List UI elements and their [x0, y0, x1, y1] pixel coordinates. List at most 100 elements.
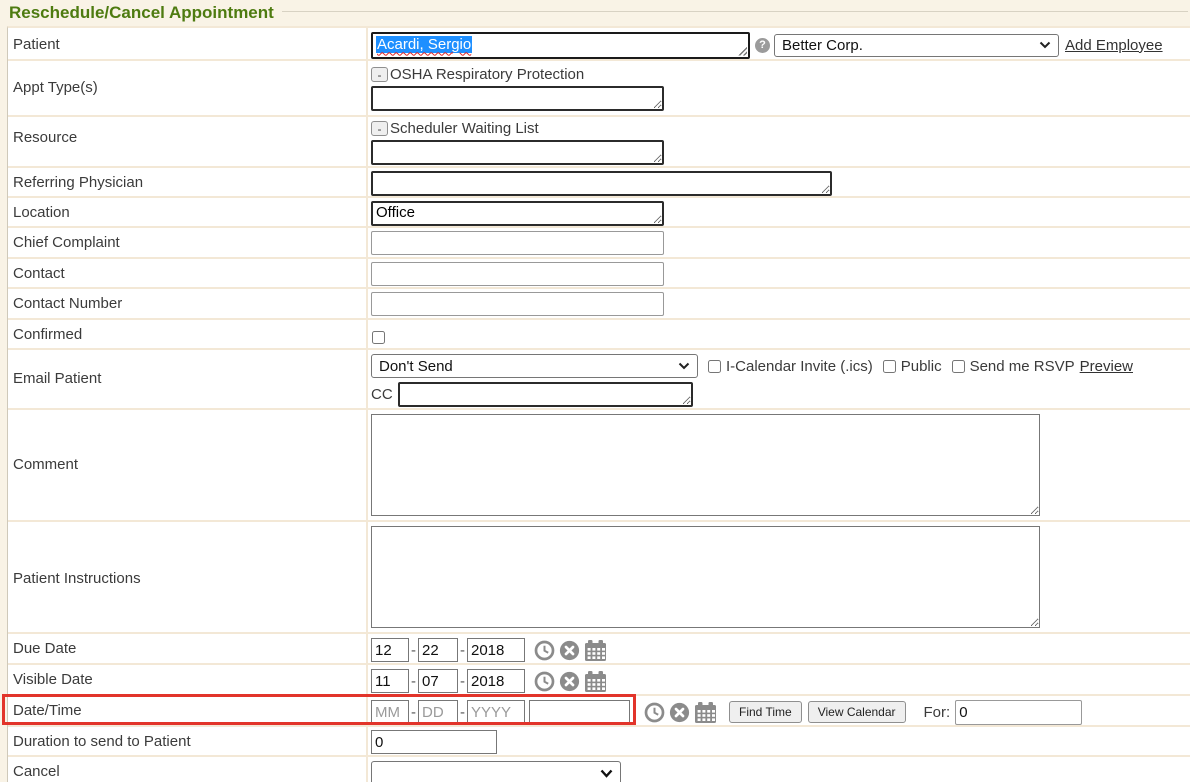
chevron-down-icon	[600, 769, 613, 778]
date-time-label: Date/Time	[8, 696, 368, 725]
confirmed-checkbox[interactable]	[372, 331, 385, 344]
clear-date-icon[interactable]	[559, 640, 580, 661]
public-label: Public	[901, 358, 942, 375]
date-separator: -	[411, 673, 416, 690]
duration-label: Duration to send to Patient	[8, 727, 368, 755]
date-separator: -	[411, 642, 416, 659]
clock-icon[interactable]	[534, 640, 555, 661]
visible-date-month-input[interactable]	[371, 669, 409, 693]
date-time-day-input[interactable]	[418, 700, 458, 724]
chief-complaint-label: Chief Complaint	[8, 228, 368, 257]
row-appt-types: Appt Type(s) - OSHA Respiratory Protecti…	[8, 61, 1190, 117]
for-input[interactable]	[955, 700, 1082, 725]
row-due-date: Due Date - -	[8, 634, 1190, 665]
title-band: Reschedule/Cancel Appointment	[0, 0, 1190, 26]
comment-label: Comment	[8, 410, 368, 520]
date-separator: -	[460, 673, 465, 690]
visible-date-year-input[interactable]	[467, 669, 525, 693]
resource-label: Resource	[8, 117, 368, 166]
preview-link[interactable]: Preview	[1080, 358, 1133, 375]
cc-input[interactable]	[398, 382, 693, 407]
clear-date-icon[interactable]	[559, 671, 580, 692]
row-confirmed: Confirmed	[8, 320, 1190, 350]
email-patient-label: Email Patient	[8, 350, 368, 408]
row-cancel: Cancel	[8, 757, 1190, 782]
send-me-rsvp-label: Send me RSVP	[970, 358, 1075, 375]
appt-type-selected: OSHA Respiratory Protection	[390, 66, 584, 83]
add-employee-link[interactable]: Add Employee	[1065, 37, 1163, 54]
referring-physician-label: Referring Physician	[8, 168, 368, 196]
location-input[interactable]	[371, 201, 664, 226]
row-contact-number: Contact Number	[8, 289, 1190, 320]
public-checkbox[interactable]	[883, 360, 896, 373]
clock-icon[interactable]	[534, 671, 555, 692]
patient-selected-text: Acardi, Sergio	[376, 36, 472, 53]
chief-complaint-input[interactable]	[371, 231, 664, 255]
appt-type-remove-button[interactable]: -	[371, 67, 388, 82]
email-send-select-value: Don't Send	[379, 358, 453, 375]
chevron-down-icon	[1039, 41, 1051, 49]
contact-number-label: Contact Number	[8, 289, 368, 318]
due-date-month-input[interactable]	[371, 638, 409, 662]
page-title: Reschedule/Cancel Appointment	[9, 3, 274, 23]
row-patient-instructions: Patient Instructions	[8, 522, 1190, 634]
clear-date-icon[interactable]	[669, 702, 690, 723]
row-date-time: Date/Time - - Find Time View Calendar Fo…	[8, 696, 1190, 727]
date-time-year-input[interactable]	[467, 700, 525, 724]
confirmed-label: Confirmed	[8, 320, 368, 348]
date-separator: -	[411, 704, 416, 721]
icalendar-invite-checkbox[interactable]	[708, 360, 721, 373]
referring-physician-input[interactable]	[371, 171, 832, 196]
view-calendar-button[interactable]: View Calendar	[808, 701, 906, 723]
for-label: For:	[924, 704, 951, 721]
email-send-select[interactable]: Don't Send	[371, 354, 698, 378]
calendar-icon[interactable]	[584, 671, 607, 692]
date-separator: -	[460, 704, 465, 721]
row-resource: Resource - Scheduler Waiting List	[8, 117, 1190, 168]
due-date-label: Due Date	[8, 634, 368, 663]
date-time-month-input[interactable]	[371, 700, 409, 724]
help-icon[interactable]: ?	[755, 38, 770, 53]
contact-number-input[interactable]	[371, 292, 664, 316]
contact-input[interactable]	[371, 262, 664, 286]
row-chief-complaint: Chief Complaint	[8, 228, 1190, 259]
chevron-down-icon	[678, 362, 690, 370]
patient-input[interactable]: Acardi, Sergio	[371, 32, 750, 59]
row-duration: Duration to send to Patient	[8, 727, 1190, 757]
cancel-label: Cancel	[8, 757, 368, 782]
date-separator: -	[460, 642, 465, 659]
row-patient: Patient Acardi, Sergio ? Better Corp. Ad…	[8, 28, 1190, 61]
visible-date-label: Visible Date	[8, 665, 368, 694]
row-referring-physician: Referring Physician	[8, 168, 1190, 198]
appt-type-input[interactable]	[371, 86, 664, 111]
calendar-icon[interactable]	[584, 640, 607, 661]
row-visible-date: Visible Date - -	[8, 665, 1190, 696]
find-time-button[interactable]: Find Time	[729, 701, 802, 723]
duration-input[interactable]	[371, 730, 497, 754]
due-date-year-input[interactable]	[467, 638, 525, 662]
comment-input[interactable]	[371, 414, 1040, 516]
date-time-time-input[interactable]	[529, 700, 630, 724]
title-rule	[282, 11, 1188, 12]
contact-label: Contact	[8, 259, 368, 287]
due-date-day-input[interactable]	[418, 638, 458, 662]
patient-instructions-label: Patient Instructions	[8, 522, 368, 632]
resource-selected: Scheduler Waiting List	[390, 120, 539, 137]
resource-remove-button[interactable]: -	[371, 121, 388, 136]
patient-label: Patient	[8, 28, 368, 59]
visible-date-day-input[interactable]	[418, 669, 458, 693]
clock-icon[interactable]	[644, 702, 665, 723]
row-contact: Contact	[8, 259, 1190, 289]
calendar-icon[interactable]	[694, 702, 717, 723]
patient-instructions-input[interactable]	[371, 526, 1040, 628]
appt-types-label: Appt Type(s)	[8, 61, 368, 115]
icalendar-invite-label: I-Calendar Invite (.ics)	[726, 358, 873, 375]
cancel-select[interactable]	[371, 761, 621, 782]
company-select-value: Better Corp.	[782, 37, 863, 54]
cc-label: CC	[371, 386, 393, 403]
resource-input[interactable]	[371, 140, 664, 165]
row-email-patient: Email Patient Don't Send I-Calendar Invi…	[8, 350, 1190, 410]
send-me-rsvp-checkbox[interactable]	[952, 360, 965, 373]
appointment-form: Patient Acardi, Sergio ? Better Corp. Ad…	[7, 26, 1190, 782]
company-select[interactable]: Better Corp.	[774, 34, 1059, 57]
